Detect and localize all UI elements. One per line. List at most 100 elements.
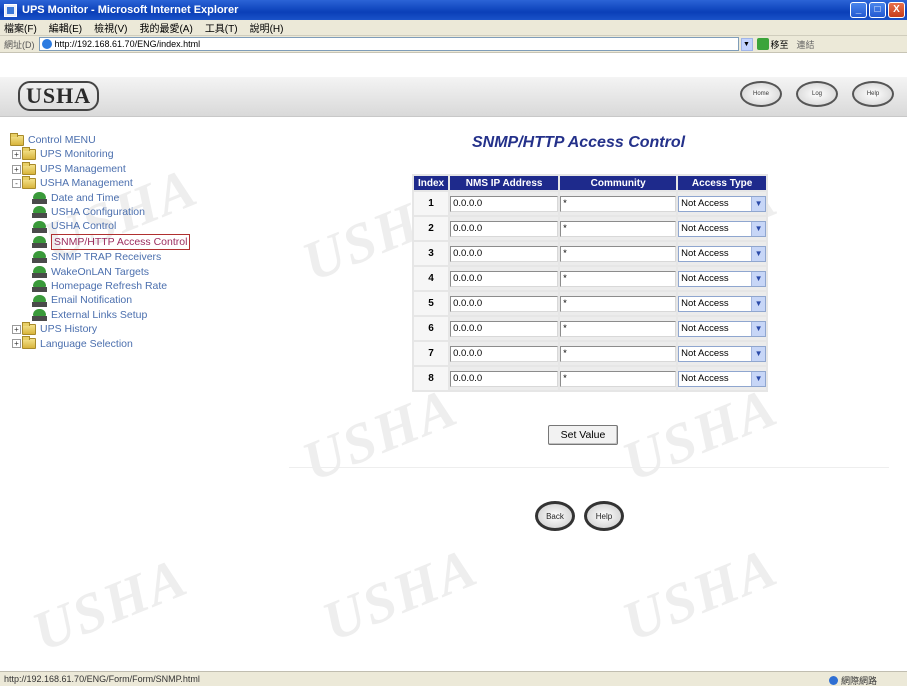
page-icon xyxy=(41,39,52,49)
tree-item-label: UPS Management xyxy=(40,162,126,175)
menu-help[interactable]: 說明(H) xyxy=(250,20,284,35)
community-input[interactable] xyxy=(560,320,677,337)
access-type-value: Not Access xyxy=(681,198,729,209)
access-type-select[interactable]: Not Access ▼ xyxy=(678,320,767,337)
tree-root[interactable]: Control MENU xyxy=(10,132,190,147)
tree-item-label: UPS History xyxy=(40,323,98,336)
nms-ip-input[interactable] xyxy=(450,295,559,312)
access-type-select[interactable]: Not Access ▼ xyxy=(678,345,767,362)
expand-icon[interactable]: + xyxy=(12,324,21,334)
expand-icon[interactable]: + xyxy=(12,164,21,174)
address-label: 網址(D) xyxy=(4,39,35,50)
tree-item-label: Homepage Refresh Rate xyxy=(51,280,168,293)
table-row: 2 Not Access ▼ xyxy=(414,217,767,240)
tree-item-date-time[interactable]: Date and Time xyxy=(10,191,190,205)
menu-tools[interactable]: 工具(T) xyxy=(205,20,238,35)
ups-page-icon xyxy=(32,265,47,278)
table-row: 1 Not Access ▼ xyxy=(414,192,767,215)
window-title: UPS Monitor - Microsoft Internet Explore… xyxy=(22,4,239,16)
set-value-button[interactable]: Set Value xyxy=(548,425,618,445)
help-nav-button[interactable]: Help xyxy=(852,81,894,107)
access-type-select[interactable]: Not Access ▼ xyxy=(678,245,767,262)
nms-ip-input[interactable] xyxy=(450,320,559,337)
nms-ip-input[interactable] xyxy=(450,220,559,237)
status-bar: http://192.168.61.70/ENG/Form/Form/SNMP.… xyxy=(0,671,907,686)
community-input[interactable] xyxy=(560,345,677,362)
nms-ip-input[interactable] xyxy=(450,270,559,287)
back-button[interactable]: Back xyxy=(535,501,575,531)
tree-item-usha-configuration[interactable]: USHA Configuration xyxy=(10,205,190,219)
zone-label: 網際網路 xyxy=(840,676,877,686)
table-row: 3 Not Access ▼ xyxy=(414,242,767,265)
ip-cell xyxy=(450,242,559,265)
tree-item-ups-history[interactable]: + UPS History xyxy=(10,321,190,336)
menu-view[interactable]: 檢視(V) xyxy=(94,20,127,35)
tree-item-label-selected: SNMP/HTTP Access Control xyxy=(51,233,191,251)
minimize-button[interactable]: _ xyxy=(850,2,867,18)
nms-ip-input[interactable] xyxy=(450,370,559,387)
tree-item-language-selection[interactable]: + Language Selection xyxy=(10,336,190,351)
tree-item-ups-monitoring[interactable]: + UPS Monitoring xyxy=(10,147,190,161)
nms-ip-input[interactable] xyxy=(450,345,559,362)
expand-icon[interactable]: + xyxy=(12,339,21,349)
access-cell: Not Access ▼ xyxy=(678,192,767,215)
maximize-button[interactable]: □ xyxy=(869,2,886,18)
menu-edit[interactable]: 編輯(E) xyxy=(49,20,82,35)
window-title-bar[interactable]: UPS Monitor - Microsoft Internet Explore… xyxy=(0,0,907,20)
tree-item-usha-management[interactable]: - USHA Management xyxy=(10,175,190,190)
access-type-select[interactable]: Not Access ▼ xyxy=(678,195,767,212)
tree-item-usha-control[interactable]: USHA Control xyxy=(10,219,190,233)
community-input[interactable] xyxy=(560,270,677,287)
tree-item-label: Language Selection xyxy=(40,337,133,350)
watermark: USHA xyxy=(294,376,467,494)
ip-cell xyxy=(450,192,559,215)
usha-logo: USHA xyxy=(18,81,100,111)
row-index: 8 xyxy=(414,367,449,390)
address-dropdown-icon[interactable]: ▼ xyxy=(740,37,753,51)
folder-icon xyxy=(22,336,36,350)
home-nav-button[interactable]: Home xyxy=(740,81,782,107)
tree-item-external-links-setup[interactable]: External Links Setup xyxy=(10,308,190,322)
ip-cell xyxy=(450,367,559,390)
row-index: 2 xyxy=(414,217,449,240)
tree-item-snmp-http-access-control[interactable]: SNMP/HTTP Access Control xyxy=(10,233,191,251)
community-input[interactable] xyxy=(560,295,677,312)
menu-file[interactable]: 檔案(F) xyxy=(4,20,37,35)
nms-ip-input[interactable] xyxy=(450,195,559,212)
address-input[interactable]: http://192.168.61.70/ENG/index.html xyxy=(38,37,739,51)
community-input[interactable] xyxy=(560,195,677,212)
access-cell: Not Access ▼ xyxy=(678,342,767,365)
links-label[interactable]: 連結 xyxy=(797,38,815,51)
access-cell: Not Access ▼ xyxy=(678,292,767,315)
row-index: 3 xyxy=(414,242,449,265)
chevron-down-icon: ▼ xyxy=(751,221,766,236)
control-menu-tree: Control MENU + UPS Monitoring + UPS Mana… xyxy=(10,132,191,351)
log-nav-button[interactable]: Log xyxy=(796,81,838,107)
ie-app-icon xyxy=(4,3,17,17)
close-button[interactable]: X xyxy=(888,2,905,18)
access-type-select[interactable]: Not Access ▼ xyxy=(678,370,767,387)
access-type-select[interactable]: Not Access ▼ xyxy=(678,220,767,237)
access-cell: Not Access ▼ xyxy=(678,242,767,265)
ups-page-icon xyxy=(32,309,47,322)
tree-item-ups-management[interactable]: + UPS Management xyxy=(10,161,190,176)
tree-item-homepage-refresh-rate[interactable]: Homepage Refresh Rate xyxy=(10,279,190,293)
nms-ip-input[interactable] xyxy=(450,245,559,262)
go-button[interactable]: 移至 xyxy=(756,38,789,51)
community-input[interactable] xyxy=(560,370,677,387)
access-type-select[interactable]: Not Access ▼ xyxy=(678,295,767,312)
community-input[interactable] xyxy=(560,220,677,237)
tree-item-email-notification[interactable]: Email Notification xyxy=(10,293,190,307)
access-type-select[interactable]: Not Access ▼ xyxy=(678,270,767,287)
go-arrow-icon xyxy=(756,38,769,50)
tree-item-snmp-trap-receivers[interactable]: SNMP TRAP Receivers xyxy=(10,250,190,264)
community-input[interactable] xyxy=(560,245,677,262)
tree-item-wakeonlan-targets[interactable]: WakeOnLAN Targets xyxy=(10,265,190,279)
expand-icon[interactable]: + xyxy=(12,150,21,160)
tree-item-label: SNMP TRAP Receivers xyxy=(51,251,162,264)
folder-icon xyxy=(10,132,24,146)
menu-favorites[interactable]: 我的最愛(A) xyxy=(139,20,192,35)
collapse-icon[interactable]: - xyxy=(12,178,21,188)
tree-item-label: USHA Control xyxy=(51,220,117,233)
help-button[interactable]: Help xyxy=(584,501,624,531)
